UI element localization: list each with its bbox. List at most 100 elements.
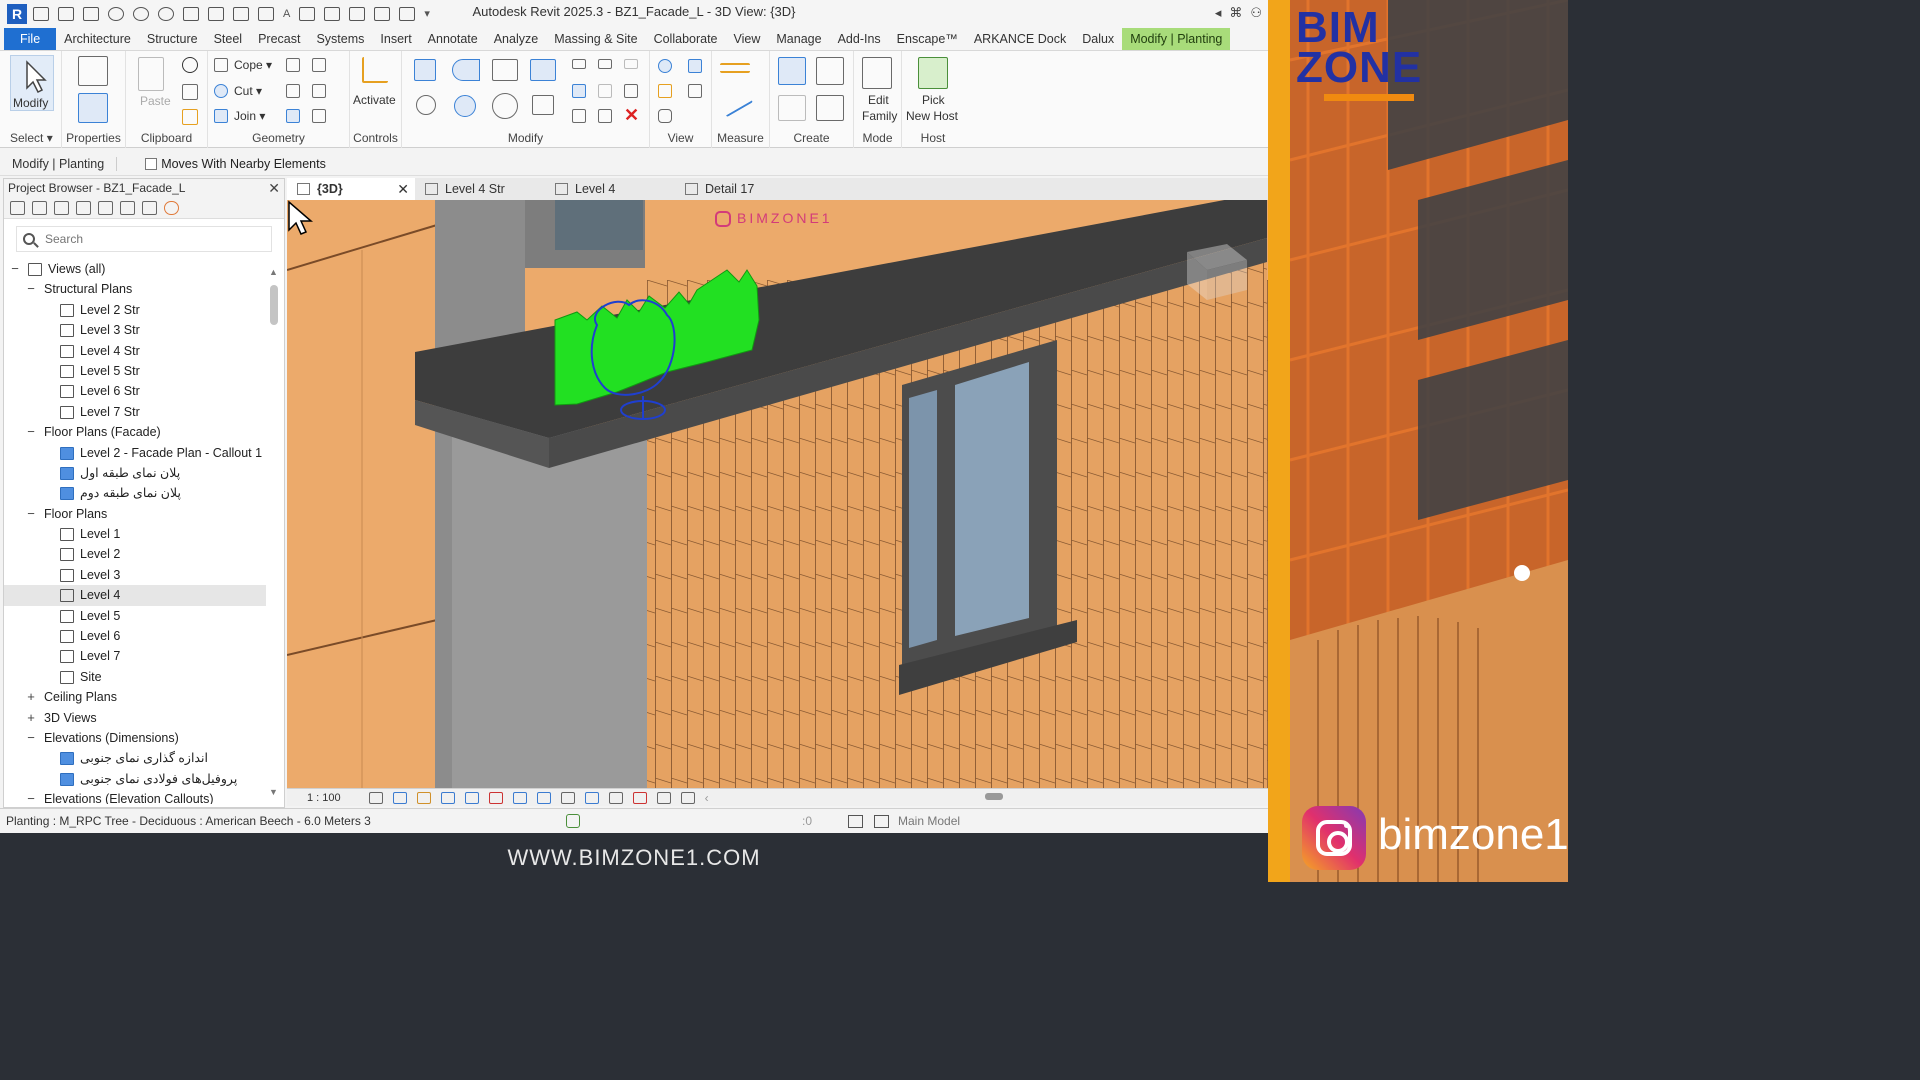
trim-single-icon[interactable] xyxy=(598,109,612,123)
scrollbar-thumb[interactable] xyxy=(270,285,278,325)
edit-family-button[interactable]: Edit Family xyxy=(854,53,902,127)
reveal-constraints-icon[interactable] xyxy=(680,791,695,804)
tab-manage[interactable]: Manage xyxy=(768,28,829,50)
tree-node[interactable]: Level 4 Str xyxy=(4,341,266,361)
type-properties-icon[interactable] xyxy=(78,56,108,86)
tab-architecture[interactable]: Architecture xyxy=(56,28,139,50)
tree-node[interactable]: Level 4 xyxy=(4,585,266,606)
tab-systems[interactable]: Systems xyxy=(308,28,372,50)
3d-viewport[interactable]: BIMZONE1 xyxy=(287,200,1268,788)
paint-icon[interactable] xyxy=(312,84,326,98)
tree-node[interactable]: Level 3 xyxy=(4,565,266,585)
tree-node[interactable]: + Ceiling Plans xyxy=(4,687,266,707)
linework-icon[interactable] xyxy=(658,84,672,98)
home-view-icon[interactable] xyxy=(10,200,25,215)
tree-node[interactable]: پروفیل‌های فولادی نمای جنوبی xyxy=(4,769,266,789)
tree-node[interactable]: − Elevations (Elevation Callouts) xyxy=(4,789,266,804)
delete-icon[interactable]: ✕ xyxy=(624,105,639,126)
view-scale[interactable]: 1 : 100 xyxy=(307,792,341,804)
moves-with-nearby-checkbox[interactable] xyxy=(145,157,158,170)
tree-node[interactable]: +3D Views xyxy=(4,708,266,728)
groups-icon[interactable] xyxy=(120,200,135,215)
views-icon[interactable] xyxy=(32,200,47,215)
tree-node[interactable]: Level 2 xyxy=(4,544,266,564)
tree-node[interactable]: Level 6 xyxy=(4,626,266,646)
similar-icon[interactable] xyxy=(816,95,844,121)
thin-lines-view-icon[interactable] xyxy=(688,84,702,98)
copy-element-icon[interactable] xyxy=(454,95,476,117)
browser-scrollbar[interactable]: ▲ ▼ xyxy=(268,267,280,797)
tab-collaborate[interactable]: Collaborate xyxy=(646,28,726,50)
tree-node[interactable]: پلان نمای طبقه دوم xyxy=(4,483,266,503)
expand-icon[interactable]: + xyxy=(26,687,36,707)
create-group-icon[interactable] xyxy=(778,95,806,121)
join-button[interactable]: Join ▾ xyxy=(234,109,265,123)
tab-add-ins[interactable]: Add-Ins xyxy=(830,28,889,50)
hammer-icon[interactable] xyxy=(312,109,326,123)
trim-multiple-icon[interactable] xyxy=(572,109,586,123)
tab-annotate[interactable]: Annotate xyxy=(420,28,486,50)
collapse-icon[interactable]: − xyxy=(26,422,36,442)
modify-button[interactable]: Modify xyxy=(10,55,54,111)
tree-node[interactable]: − Floor Plans xyxy=(4,504,266,524)
schedules-icon[interactable] xyxy=(76,200,91,215)
create-assembly-icon[interactable] xyxy=(778,57,806,85)
filter-icon[interactable] xyxy=(566,814,580,828)
pin-icon[interactable] xyxy=(624,84,638,98)
cut-button[interactable]: Cut ▾ xyxy=(234,84,262,98)
activate-icon[interactable] xyxy=(362,57,388,83)
split-element-icon[interactable] xyxy=(572,59,586,69)
measure-between-icon[interactable] xyxy=(720,63,750,73)
tab-massing-site[interactable]: Massing & Site xyxy=(546,28,645,50)
demolish-icon[interactable] xyxy=(286,84,300,98)
mirror-draw-icon[interactable] xyxy=(530,59,556,81)
chevron-left-icon[interactable]: ◂ xyxy=(1215,5,1222,21)
hide-in-view-icon[interactable] xyxy=(658,59,672,73)
tree-node[interactable]: Level 7 Str xyxy=(4,402,266,422)
tree-node[interactable]: − Structural Plans xyxy=(4,279,266,299)
tree-node[interactable]: − Views (all) xyxy=(4,259,266,279)
scissors-icon[interactable] xyxy=(182,57,198,73)
view-tab[interactable]: Level 4 Str xyxy=(415,178,545,200)
cope-button[interactable]: Cope ▾ xyxy=(234,58,272,72)
split-gap-icon[interactable] xyxy=(598,59,612,69)
detail-level-icon[interactable] xyxy=(368,791,383,804)
temp-view-properties-icon[interactable] xyxy=(608,791,623,804)
split-face-icon[interactable] xyxy=(312,58,326,72)
render-icon[interactable] xyxy=(464,791,479,804)
tree-node[interactable]: Level 1 xyxy=(4,524,266,544)
tree-node[interactable]: − Elevations (Dimensions) xyxy=(4,728,266,748)
pick-new-host-button[interactable]: Pick New Host xyxy=(902,53,964,127)
tree-node[interactable]: Level 2 - Facade Plan - Callout 1 xyxy=(4,443,266,463)
align-icon[interactable] xyxy=(414,59,436,81)
collapse-icon[interactable]: − xyxy=(10,259,20,279)
tab-file[interactable]: File xyxy=(4,27,57,50)
binoculars-icon[interactable]: ⌘ xyxy=(1229,5,1242,21)
tab-steel[interactable]: Steel xyxy=(206,28,251,50)
tree-node[interactable]: Level 2 Str xyxy=(4,300,266,320)
view-tab[interactable]: Detail 17 xyxy=(675,178,805,200)
tree-node[interactable]: Level 7 xyxy=(4,646,266,666)
reveal-hidden-icon[interactable] xyxy=(584,791,599,804)
revit-links-icon[interactable] xyxy=(164,200,179,215)
trim-extend-icon[interactable] xyxy=(532,95,554,115)
tab-arkance-dock[interactable]: ARKANCE Dock xyxy=(966,28,1074,50)
sheets-icon[interactable] xyxy=(54,200,69,215)
properties-icon[interactable] xyxy=(78,93,108,123)
lock-3d-icon[interactable] xyxy=(536,791,551,804)
move-icon[interactable] xyxy=(416,95,436,115)
tab-dalux[interactable]: Dalux xyxy=(1074,28,1122,50)
close-icon[interactable]: ✕ xyxy=(268,179,280,197)
scale-icon[interactable] xyxy=(598,84,612,98)
view-filter-icon[interactable] xyxy=(658,109,672,123)
paste-icon[interactable] xyxy=(138,57,164,91)
tree-node[interactable]: Site xyxy=(4,667,266,687)
rotate-icon[interactable] xyxy=(492,93,518,119)
match-properties-icon[interactable] xyxy=(182,109,198,125)
view-tab[interactable]: {3D} ✕ xyxy=(287,178,415,200)
collapse-icon[interactable]: − xyxy=(26,504,36,524)
chevron-left-icon[interactable]: ‹ xyxy=(705,791,709,805)
tree-node[interactable]: پلان نمای طبقه اول xyxy=(4,463,266,483)
tab-enscape-[interactable]: Enscape™ xyxy=(889,28,966,50)
horizontal-scrollbar-thumb[interactable] xyxy=(985,793,1003,800)
